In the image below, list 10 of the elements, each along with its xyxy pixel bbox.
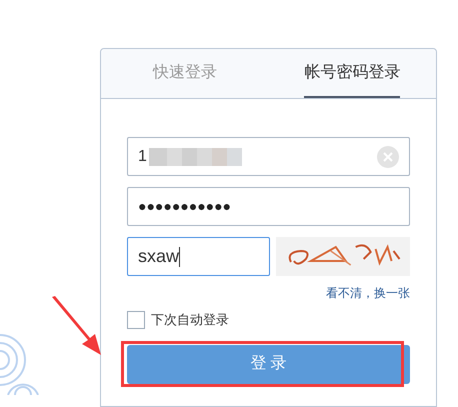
username-value: 1 bbox=[138, 146, 147, 166]
captcha-field[interactable]: sxaw bbox=[127, 237, 270, 276]
refresh-captcha-link[interactable]: 看不清，换一张 bbox=[326, 284, 410, 302]
clear-icon[interactable] bbox=[377, 146, 399, 168]
pointer-arrow-icon bbox=[50, 296, 102, 356]
remember-checkbox[interactable] bbox=[127, 310, 145, 329]
login-tab[interactable]: 帐号密码登录 bbox=[304, 49, 400, 98]
remember-label: 下次自动登录 bbox=[151, 311, 229, 329]
username-field[interactable]: 1 bbox=[127, 137, 410, 176]
password-field[interactable]: ●●●●●●●●●●● bbox=[127, 187, 410, 226]
